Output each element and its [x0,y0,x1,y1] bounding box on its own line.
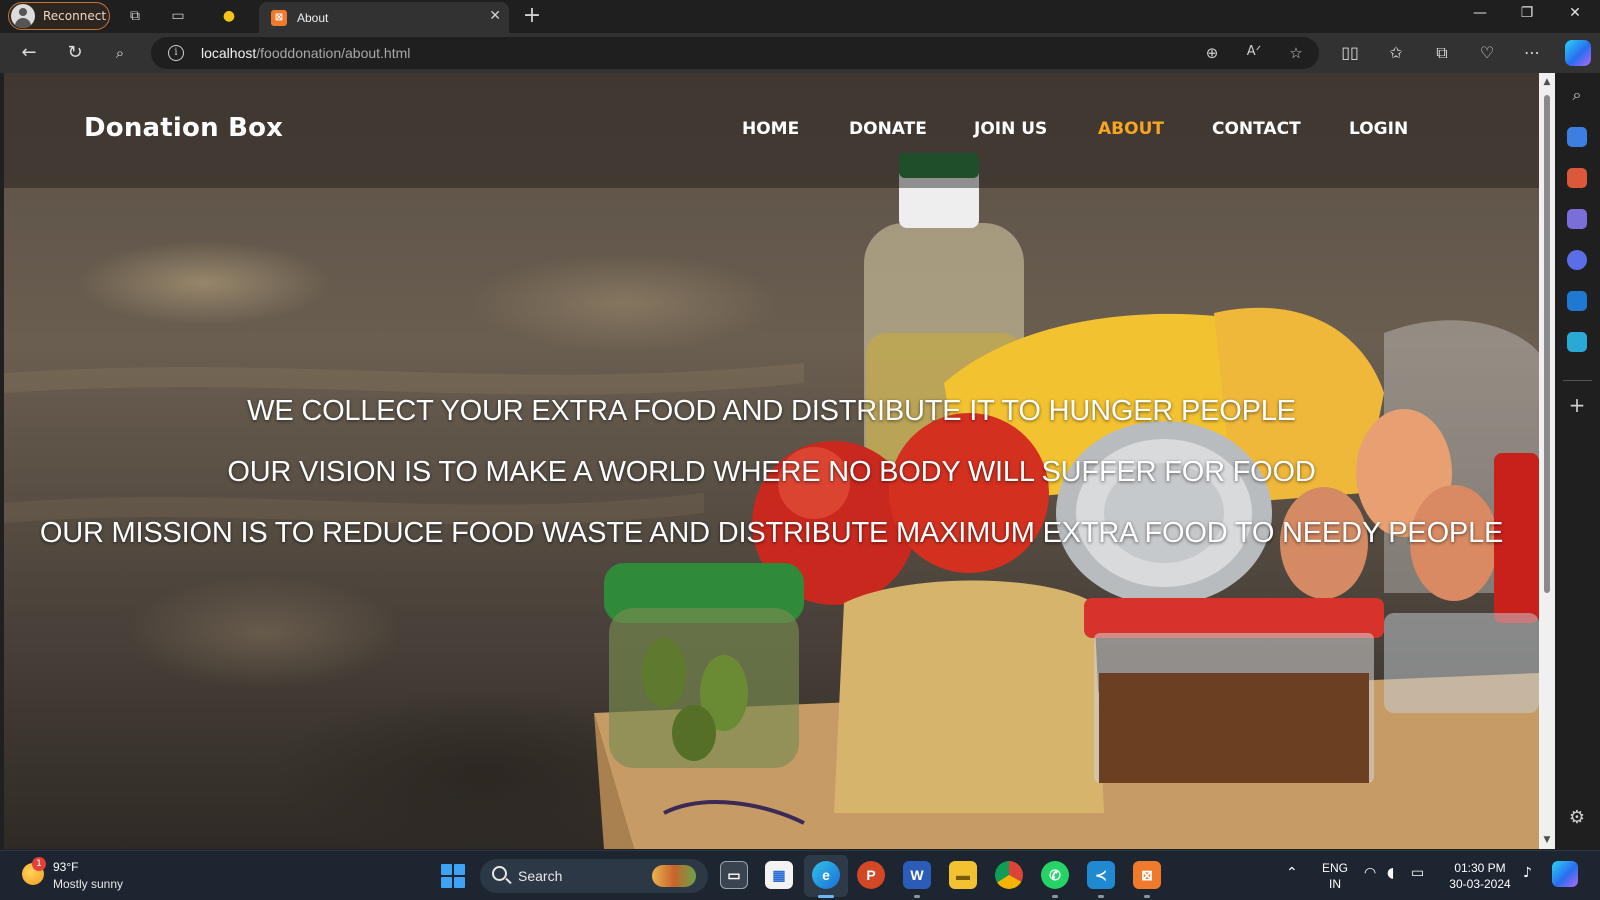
clock-date: 30-03-2024 [1449,877,1511,891]
site-info-icon[interactable]: i [168,45,184,61]
copilot-icon[interactable] [1565,40,1591,66]
copilot-taskbar-icon[interactable] [1552,861,1578,887]
nav-home[interactable]: HOME [742,119,799,139]
volume-icon[interactable]: ◖ [1387,865,1394,881]
language-indicator[interactable]: ENG IN [1320,860,1350,892]
taskbar-search[interactable]: Search [480,859,708,893]
profile-avatar [11,4,35,28]
minimize-button[interactable]: — [1465,5,1495,21]
hero-vision-text: OUR VISION IS TO MAKE A WORLD WHERE NO B… [227,456,1316,488]
url-path: /fooddonation/about.html [256,45,411,61]
language-top: ENG [1321,861,1348,875]
lightbulb-icon[interactable]: ● [219,6,239,26]
hero-collect-text: WE COLLECT YOUR EXTRA FOOD AND DISTRIBUT… [247,395,1296,427]
collections-icon[interactable]: ⧉ [1431,42,1453,64]
browser-essentials-icon[interactable]: ♡ [1476,42,1498,64]
workspaces-icon[interactable]: ⧉ [125,6,145,26]
sidebar-settings-icon[interactable]: ⚙ [1566,807,1588,828]
sidebar-copilot-icon[interactable] [1567,250,1587,270]
file-explorer-icon[interactable]: ▬ [949,861,977,889]
sidebar-games-icon[interactable] [1567,209,1587,229]
powerpoint-icon[interactable]: P [857,861,885,889]
sidebar-outlook-icon[interactable] [1567,291,1587,311]
sidebar-divider [1563,380,1592,381]
word-running-indicator [914,895,920,898]
sidebar-search-icon[interactable]: ⌕ [1567,85,1587,105]
site-header: Donation Box HOME DONATE JOIN US ABOUT C… [4,73,1539,188]
clock-time: 01:30 PM [1454,861,1506,875]
whatsapp-running-indicator [1052,895,1058,898]
weather-badge: 1 [32,857,46,871]
site-logo[interactable]: Donation Box [84,113,283,143]
weather-description[interactable]: Mostly sunny [53,877,123,891]
sidebar-drop-icon[interactable] [1567,332,1587,352]
back-button[interactable]: ← [18,42,40,64]
scroll-up-arrow-icon[interactable]: ▲ [1541,77,1553,87]
page-scrollbar[interactable]: ▲ ▼ [1539,73,1555,849]
edge-sidebar: ⌕ + ⚙ [1555,73,1600,850]
profile-button[interactable]: Reconnect [8,2,110,30]
xampp-favicon-icon: ⊠ [271,9,287,26]
chrome-icon[interactable] [995,861,1023,889]
nav-login[interactable]: LOGIN [1349,119,1408,139]
favorites-icon[interactable]: ✩ [1385,42,1407,64]
search-highlight-icon [652,865,696,887]
browser-tab-strip: Reconnect ⧉ ▭ ● ⊠ About ✕ + — ❐ ✕ [0,0,1600,33]
start-button[interactable] [441,864,465,888]
more-menu-icon[interactable]: ⋯ [1521,42,1543,64]
search-icon [492,866,507,881]
tab-title: About [297,10,329,25]
weather-temperature[interactable]: 93°F [53,860,78,874]
sidebar-add-icon[interactable]: + [1566,393,1588,417]
language-bottom: IN [1329,877,1341,891]
url-text: localhost/fooddonation/about.html [201,45,410,61]
search-tab-icon[interactable]: ⌕ [109,42,131,64]
edge-running-indicator [818,895,834,898]
split-screen-icon[interactable]: ▯▯ [1339,42,1361,64]
page-viewport: Donation Box HOME DONATE JOIN US ABOUT C… [4,73,1539,849]
whatsapp-icon[interactable]: ✆ [1041,861,1069,889]
word-icon[interactable]: W [903,861,931,889]
favorite-star-icon[interactable]: ☆ [1286,44,1306,64]
nav-donate[interactable]: DONATE [849,119,927,139]
windows-taskbar: 1 93°F Mostly sunny Search ▭ ▦ e P W ▬ ✆… [0,850,1600,900]
scroll-down-arrow-icon[interactable]: ▼ [1541,835,1553,845]
restore-button[interactable]: ❐ [1512,5,1542,21]
hero-mission-text: OUR MISSION IS TO REDUCE FOOD WASTE AND … [39,517,1504,549]
vscode-icon[interactable]: ≺ [1087,861,1115,889]
profile-label: Reconnect [43,9,107,23]
new-tab-button[interactable]: + [520,3,544,28]
close-window-button[interactable]: ✕ [1560,5,1590,21]
close-tab-icon[interactable]: ✕ [489,8,501,24]
zoom-icon[interactable]: ⊕ [1202,44,1222,64]
xampp-running-indicator [1144,895,1150,898]
taskbar-search-label: Search [518,868,563,884]
url-host: localhost [201,45,257,61]
tab-about[interactable]: ⊠ About ✕ [259,2,509,33]
nav-contact[interactable]: CONTACT [1212,119,1301,139]
sidebar-tools-icon[interactable] [1567,168,1587,188]
task-view-icon[interactable]: ▭ [720,861,748,889]
address-input[interactable]: i localhost/fooddonation/about.html ⊕ Aᐟ… [151,37,1319,69]
sidebar-shopping-icon[interactable] [1567,127,1587,147]
clock[interactable]: 01:30 PM 30-03-2024 [1444,860,1516,892]
xampp-icon[interactable]: ⊠ [1133,861,1161,889]
edge-browser-icon[interactable]: e [812,861,840,889]
read-aloud-icon[interactable]: Aᐟ [1244,44,1264,64]
show-hidden-icons-chevron-icon[interactable]: ⌃ [1286,865,1298,881]
battery-icon[interactable]: ▭ [1411,865,1424,881]
vscode-running-indicator [1098,895,1104,898]
nav-join-us[interactable]: JOIN US [974,119,1047,139]
wifi-icon[interactable]: ◠ [1364,865,1376,881]
notification-bell-icon[interactable]: ♪ [1523,865,1532,881]
vertical-tabs-icon[interactable]: ▭ [168,6,188,26]
refresh-button[interactable]: ↻ [64,42,86,64]
microsoft-store-icon[interactable]: ▦ [765,861,793,889]
scroll-thumb[interactable] [1544,95,1550,593]
nav-about[interactable]: ABOUT [1098,119,1164,139]
address-bar-row: ← ↻ ⌕ i localhost/fooddonation/about.htm… [0,33,1600,73]
